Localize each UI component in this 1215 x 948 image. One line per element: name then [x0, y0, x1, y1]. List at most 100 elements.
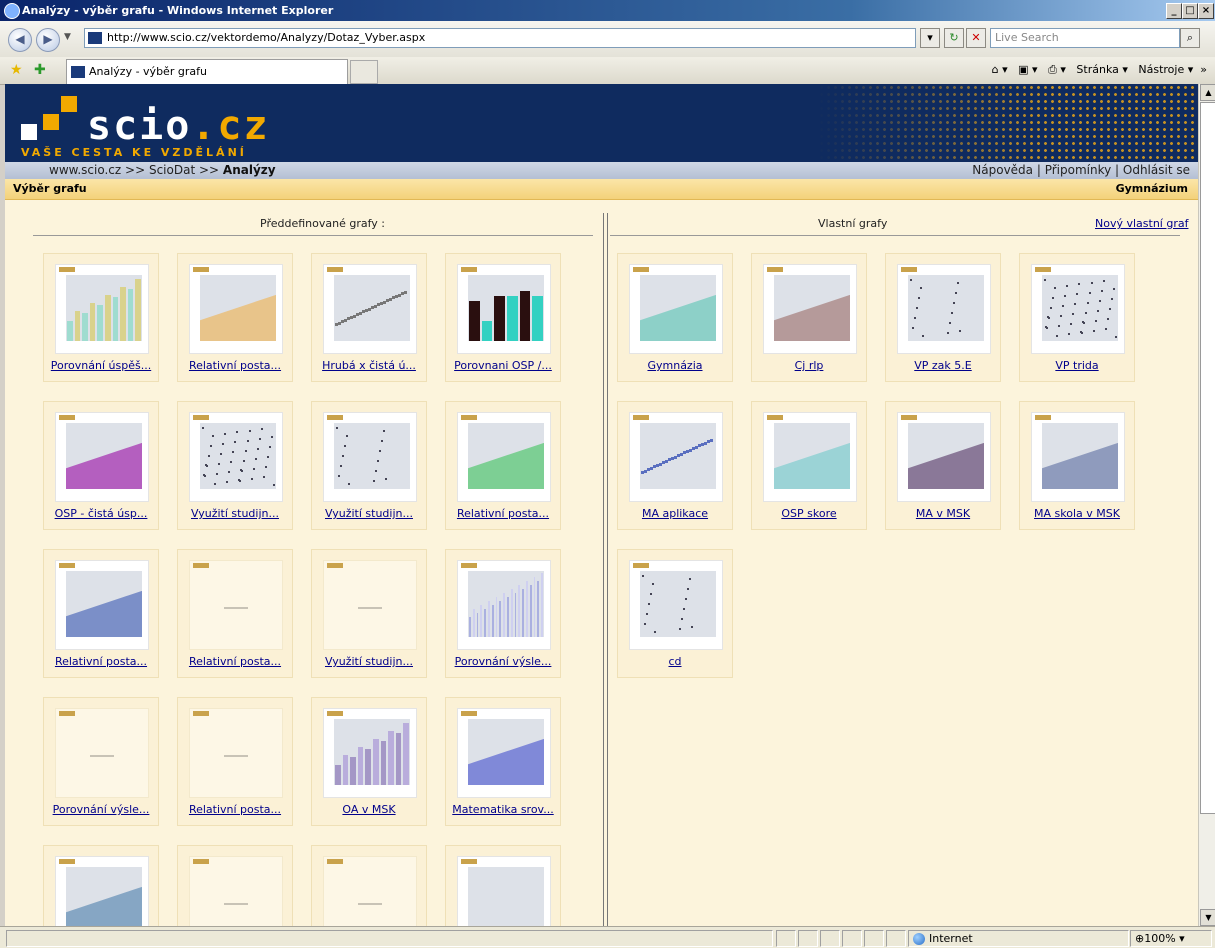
predefined-graph-link[interactable]: Relativní posta...: [178, 655, 292, 668]
new-tab-button[interactable]: [350, 60, 378, 84]
custom-graph-card[interactable]: OSP skore: [751, 401, 867, 530]
panel-separator[interactable]: [603, 213, 608, 926]
predefined-graph-card[interactable]: Relativní posta...: [177, 253, 293, 382]
favorites-star-icon[interactable]: ★: [10, 62, 23, 78]
scroll-up-arrow-icon[interactable]: ▲: [1200, 84, 1215, 101]
tab-current[interactable]: Analýzy - výběr grafu: [66, 59, 348, 84]
feedback-link[interactable]: Připomínky: [1045, 163, 1112, 177]
close-button[interactable]: ×: [1198, 3, 1214, 19]
custom-graph-card[interactable]: MA aplikace: [617, 401, 733, 530]
predefined-graph-card[interactable]: [445, 845, 561, 926]
custom-graph-link[interactable]: VP zak 5.E: [886, 359, 1000, 372]
predefined-graph-card[interactable]: OSP - čistá úsp...: [43, 401, 159, 530]
graph-thumbnail[interactable]: [1031, 264, 1125, 354]
graph-thumbnail[interactable]: [1031, 412, 1125, 502]
address-input[interactable]: http://www.scio.cz/vektordemo/Analyzy/Do…: [84, 28, 916, 48]
predefined-graph-link[interactable]: Využití studijn...: [312, 655, 426, 668]
custom-graph-card[interactable]: MA v MSK: [885, 401, 1001, 530]
graph-thumbnail[interactable]: [189, 412, 283, 502]
custom-graph-link[interactable]: Cj rlp: [752, 359, 866, 372]
predefined-graph-link[interactable]: Využití studijn...: [178, 507, 292, 520]
custom-graph-link[interactable]: Gymnázia: [618, 359, 732, 372]
vertical-scrollbar[interactable]: ▲ ▼: [1198, 84, 1215, 926]
search-icon[interactable]: ⌕: [1180, 28, 1200, 48]
tools-menu[interactable]: Nástroje: [1138, 63, 1184, 76]
predefined-graph-link[interactable]: Porovnani OSP /...: [446, 359, 560, 372]
new-custom-graph-link[interactable]: Nový vlastní graf: [1095, 217, 1188, 230]
predefined-graph-link[interactable]: Relativní posta...: [44, 655, 158, 668]
predefined-graph-card[interactable]: Matematika srov...: [445, 697, 561, 826]
predefined-graph-card[interactable]: Porovnání úspěš...: [43, 253, 159, 382]
graph-thumbnail[interactable]: [897, 264, 991, 354]
graph-thumbnail[interactable]: [189, 856, 283, 926]
help-link[interactable]: Nápověda: [972, 163, 1033, 177]
graph-thumbnail[interactable]: [323, 412, 417, 502]
custom-graph-card[interactable]: Cj rlp: [751, 253, 867, 382]
graph-thumbnail[interactable]: [629, 264, 723, 354]
predefined-graph-card[interactable]: [177, 845, 293, 926]
custom-graph-link[interactable]: MA aplikace: [618, 507, 732, 520]
predefined-graph-link[interactable]: Hrubá x čistá ú...: [312, 359, 426, 372]
custom-graph-link[interactable]: MA skola v MSK: [1020, 507, 1134, 520]
custom-graph-card[interactable]: VP zak 5.E: [885, 253, 1001, 382]
graph-thumbnail[interactable]: [323, 708, 417, 798]
graph-thumbnail[interactable]: [55, 412, 149, 502]
back-button[interactable]: ◀: [8, 28, 32, 52]
predefined-graph-card[interactable]: Využití studijn...: [311, 401, 427, 530]
predefined-graph-card[interactable]: Využití studijn...: [311, 549, 427, 678]
predefined-graph-link[interactable]: Relativní posta...: [446, 507, 560, 520]
scroll-thumb[interactable]: [1200, 102, 1215, 814]
graph-thumbnail[interactable]: [457, 560, 551, 650]
predefined-graph-link[interactable]: Porovnání výsle...: [446, 655, 560, 668]
predefined-graph-card[interactable]: Relativní posta...: [445, 401, 561, 530]
custom-graph-card[interactable]: VP trida: [1019, 253, 1135, 382]
window-title-bar[interactable]: Analýzy - výběr grafu - Windows Internet…: [0, 0, 1215, 21]
custom-graph-card[interactable]: Gymnázia: [617, 253, 733, 382]
custom-graph-link[interactable]: VP trida: [1020, 359, 1134, 372]
predefined-graph-link[interactable]: Relativní posta...: [178, 359, 292, 372]
add-favorite-icon[interactable]: ✚: [34, 62, 46, 78]
breadcrumb-link-home[interactable]: www.scio.cz: [49, 163, 121, 177]
minimize-button[interactable]: _: [1166, 3, 1182, 19]
predefined-graph-link[interactable]: Matematika srov...: [446, 803, 560, 816]
custom-graph-link[interactable]: MA v MSK: [886, 507, 1000, 520]
predefined-graph-link[interactable]: Využití studijn...: [312, 507, 426, 520]
forward-button[interactable]: ▶: [36, 28, 60, 52]
graph-thumbnail[interactable]: [457, 264, 551, 354]
custom-graph-card[interactable]: MA skola v MSK: [1019, 401, 1135, 530]
graph-thumbnail[interactable]: [629, 560, 723, 650]
predefined-graph-card[interactable]: Porovnani OSP /...: [445, 253, 561, 382]
graph-thumbnail[interactable]: [457, 856, 551, 926]
scroll-down-arrow-icon[interactable]: ▼: [1200, 909, 1215, 926]
graph-thumbnail[interactable]: [323, 856, 417, 926]
home-icon[interactable]: ⌂ ▾: [992, 63, 1008, 76]
logout-link[interactable]: Odhlásit se: [1123, 163, 1190, 177]
address-dropdown-icon[interactable]: ▾: [920, 28, 940, 48]
graph-thumbnail[interactable]: [323, 264, 417, 354]
predefined-graph-card[interactable]: Relativní posta...: [43, 549, 159, 678]
site-logo[interactable]: scio.cz: [87, 104, 270, 148]
graph-thumbnail[interactable]: [55, 856, 149, 926]
graph-thumbnail[interactable]: [763, 412, 857, 502]
graph-thumbnail[interactable]: [55, 264, 149, 354]
predefined-graph-card[interactable]: Využití studijn...: [177, 401, 293, 530]
feeds-icon[interactable]: ▣ ▾: [1018, 63, 1037, 76]
graph-thumbnail[interactable]: [55, 708, 149, 798]
predefined-graph-card[interactable]: Porovnání výsle...: [445, 549, 561, 678]
search-input[interactable]: Live Search: [990, 28, 1180, 48]
graph-thumbnail[interactable]: [189, 264, 283, 354]
predefined-graph-card[interactable]: Hrubá x čistá ú...: [311, 253, 427, 382]
page-menu[interactable]: Stránka: [1076, 63, 1118, 76]
predefined-graph-card[interactable]: Relativní posta...: [177, 697, 293, 826]
predefined-graph-card[interactable]: [311, 845, 427, 926]
predefined-graph-link[interactable]: Porovnání úspěš...: [44, 359, 158, 372]
print-icon[interactable]: ⎙ ▾: [1048, 63, 1066, 76]
predefined-graph-link[interactable]: Relativní posta...: [178, 803, 292, 816]
graph-thumbnail[interactable]: [457, 708, 551, 798]
history-dropdown-icon[interactable]: ▼: [64, 32, 71, 42]
predefined-graph-card[interactable]: [43, 845, 159, 926]
refresh-icon[interactable]: ↻: [944, 28, 964, 48]
custom-graph-card[interactable]: cd: [617, 549, 733, 678]
custom-graph-link[interactable]: cd: [618, 655, 732, 668]
graph-thumbnail[interactable]: [189, 708, 283, 798]
